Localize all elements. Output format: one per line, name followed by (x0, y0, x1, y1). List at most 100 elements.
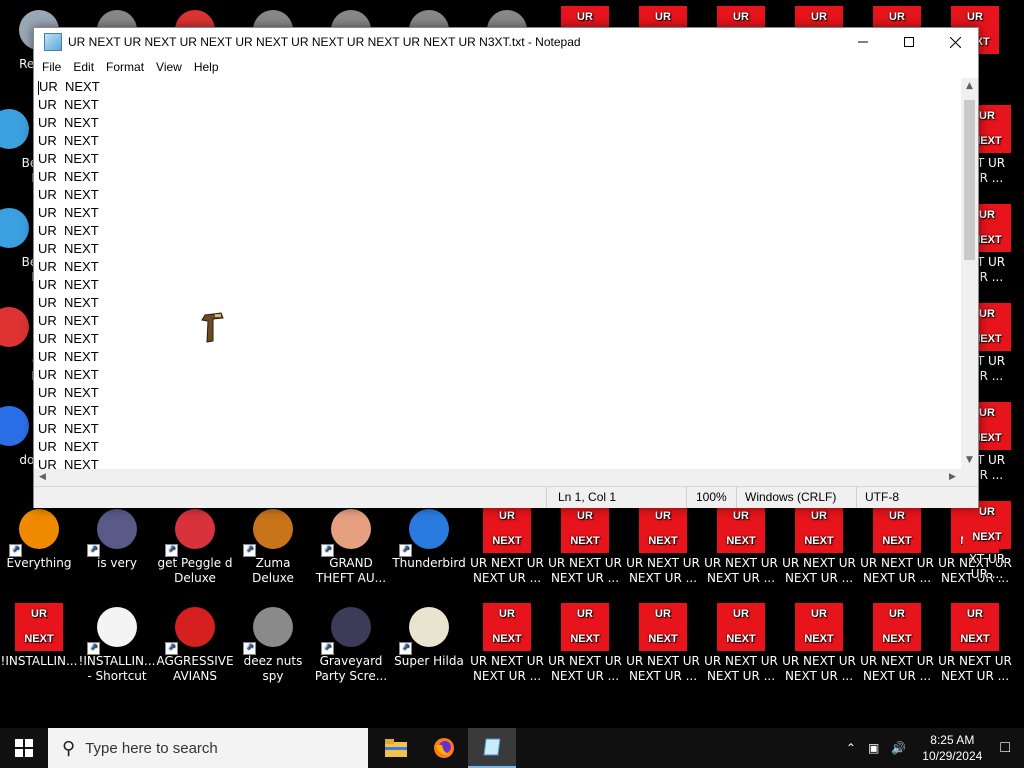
desktop-icon-label: UR NEXT UR NEXT UR ... (860, 654, 934, 683)
taskbar: ⚲ Type here to search ⌃ ▣ 🔊 8:25 AM 10/2… (0, 728, 1024, 768)
desktop-icon[interactable]: ↗ Everything (0, 505, 78, 571)
volume-icon[interactable]: 🔊 (891, 741, 906, 755)
ur-next-icon: URNEXT (951, 603, 999, 651)
desktop-icon-label: UR NEXT UR NEXT UR ... (860, 556, 934, 585)
chevron-up-icon[interactable]: ⌃ (846, 741, 856, 755)
notepad-icon (44, 33, 62, 51)
desktop-icon[interactable]: URNEXT UR NEXT UR NEXT UR ... (546, 603, 624, 684)
ur-next-icon: URNEXT (795, 603, 843, 651)
menu-view[interactable]: View (150, 60, 188, 74)
shortcut-arrow-icon: ↗ (87, 642, 100, 655)
ur-next-icon: URNEXT (561, 505, 609, 553)
network-icon[interactable]: ▣ (868, 741, 879, 755)
ur-next-icon: URNEXT (15, 603, 63, 651)
status-separator (686, 487, 687, 508)
chrome-icon (0, 303, 33, 351)
resize-grip[interactable] (961, 469, 978, 486)
clock[interactable]: 8:25 AM 10/29/2024 (922, 732, 982, 764)
desktop-icon[interactable]: URNEXT UR NEXT UR NEXT UR ... (858, 603, 936, 684)
title-bar[interactable]: UR NEXT UR NEXT UR NEXT UR NEXT UR NEXT … (34, 28, 978, 56)
desktop-icon[interactable]: UR NEXT !INSTALLIN... (0, 603, 78, 669)
menu-edit[interactable]: Edit (67, 60, 100, 74)
desktop-icon[interactable]: URNEXT UR NEXT UR NEXT UR ... (858, 505, 936, 586)
desktop-icon-label: Thunderbird (392, 556, 466, 570)
start-button[interactable] (0, 728, 48, 768)
vertical-scrollbar[interactable]: ▲ ▼ (961, 78, 978, 469)
maximize-button[interactable] (886, 28, 932, 56)
ur-next-icon: URNEXT (795, 505, 843, 553)
desktop-icon[interactable]: URNEXT UR NEXT UR NEXT UR ... (702, 603, 780, 684)
text-line: UR NEXT (38, 241, 99, 256)
text-line: UR NEXT (38, 115, 99, 130)
ur-next-icon: URNEXT (483, 603, 531, 651)
desktop-icon-label: UR NEXT UR NEXT UR ... (938, 654, 1012, 683)
scroll-right-icon[interactable]: ▶ (944, 469, 961, 486)
ur-next-icon: URNEXT (963, 501, 1011, 549)
ur-next-icon: URNEXT (561, 603, 609, 651)
zoom-level: 100% (696, 490, 727, 504)
taskbar-search[interactable]: ⚲ Type here to search (48, 728, 368, 768)
desktop-icon[interactable]: URNEXT UR NEXT UR NEXT UR ... (624, 603, 702, 684)
desktop-icon[interactable]: ↗ is very (78, 505, 156, 571)
scroll-down-icon[interactable]: ▼ (961, 452, 978, 469)
search-placeholder: Type here to search (85, 739, 218, 757)
text-line: UR NEXT (38, 439, 99, 454)
text-line: UR NEXT (38, 205, 99, 220)
window-title: UR NEXT UR NEXT UR NEXT UR NEXT UR NEXT … (68, 35, 581, 49)
file-explorer-icon[interactable] (372, 728, 420, 768)
desktop-icon[interactable]: URNEXT UR NEXT UR NEXT UR ... (780, 603, 858, 684)
desktop-icon[interactable]: ↗ Graveyard Party Scre... (312, 603, 390, 684)
desktop-icon[interactable]: ↗ AGGRESSIVE AVIANS (156, 603, 234, 684)
desktop-icon-label: UR NEXT UR NEXT UR ... (626, 654, 700, 683)
desktop-icon-label: !INSTALLIN... - Shortcut (78, 654, 156, 683)
desktop-icon[interactable]: URNEXT UR NEXT UR NEXT UR ... (936, 603, 1014, 684)
text-line: UR NEXT (38, 223, 99, 238)
text-editor[interactable]: UR NEXT UR NEXT UR NEXT UR NEXT UR NEXT UR NE… (34, 78, 965, 469)
windows-logo-icon (15, 739, 33, 757)
ur-next-icon: URNEXT (717, 505, 765, 553)
scroll-thumb[interactable] (964, 100, 975, 260)
desktop-icon[interactable]: URNEXT XT UR UR ... (948, 501, 1024, 582)
desktop-icon-label: !INSTALLIN... (0, 654, 78, 668)
desktop-icon[interactable]: ↗ Thunderbird (390, 505, 468, 571)
thunderbird-icon: ↗ (399, 505, 453, 557)
desktop-icon[interactable]: ↗ deez nuts spy (234, 603, 312, 684)
everything-search-icon: ↗ (9, 505, 63, 557)
desktop-icon[interactable]: URNEXT UR NEXT UR NEXT UR ... (468, 505, 546, 586)
system-tray: ⌃ ▣ 🔊 8:25 AM 10/29/2024 □ (840, 728, 1024, 768)
text-file-icon: ↗ (87, 603, 141, 655)
desktop-icon[interactable]: ↗ get Peggle d Deluxe (156, 505, 234, 586)
desktop-icon-label: Zuma Deluxe (252, 556, 294, 585)
notification-icon[interactable]: □ (1000, 739, 1010, 757)
scroll-up-icon[interactable]: ▲ (961, 78, 978, 95)
close-button[interactable] (932, 28, 978, 56)
desktop-icon[interactable]: ↗ Super Hilda (390, 603, 468, 669)
menu-help[interactable]: Help (188, 60, 225, 74)
desktop-icon-label: GRAND THEFT AU... (315, 556, 387, 585)
shortcut-arrow-icon: ↗ (165, 544, 178, 557)
shortcut-arrow-icon: ↗ (243, 642, 256, 655)
desktop-icon[interactable]: ↗ Zuma Deluxe (234, 505, 312, 586)
firefox-icon[interactable] (420, 728, 468, 768)
desktop-icon-label: UR NEXT UR NEXT UR ... (626, 556, 700, 585)
desktop-icon[interactable]: URNEXT UR NEXT UR NEXT UR ... (624, 505, 702, 586)
scroll-left-icon[interactable]: ◀ (34, 469, 51, 486)
desktop-icon[interactable]: URNEXT UR NEXT UR NEXT UR ... (546, 505, 624, 586)
desktop-icon-label: UR NEXT UR NEXT UR ... (548, 556, 622, 585)
minimize-button[interactable] (840, 28, 886, 56)
menu-file[interactable]: File (36, 60, 67, 74)
menu-format[interactable]: Format (100, 60, 150, 74)
anime-girl-icon: ↗ (321, 505, 375, 557)
desktop-icon[interactable]: ↗ GRAND THEFT AU... (312, 505, 390, 586)
notepad-taskbar-button[interactable] (468, 728, 516, 768)
desktop-icon[interactable]: URNEXT UR NEXT UR NEXT UR ... (468, 603, 546, 684)
desktop-icon[interactable]: URNEXT UR NEXT UR NEXT UR ... (780, 505, 858, 586)
desktop-icon[interactable]: ↗ !INSTALLIN... - Shortcut (78, 603, 156, 684)
ur-next-icon: URNEXT (639, 505, 687, 553)
shortcut-arrow-icon: ↗ (87, 544, 100, 557)
horizontal-scrollbar[interactable]: ◀ ▶ (34, 469, 961, 486)
notepad-window[interactable]: UR NEXT UR NEXT UR NEXT UR NEXT UR NEXT … (33, 27, 979, 508)
desktop-icon-label: UR NEXT UR NEXT UR ... (548, 654, 622, 683)
desktop-icon[interactable]: URNEXT UR NEXT UR NEXT UR ... (702, 505, 780, 586)
desktop-icon-label: UR NEXT UR NEXT UR ... (782, 654, 856, 683)
